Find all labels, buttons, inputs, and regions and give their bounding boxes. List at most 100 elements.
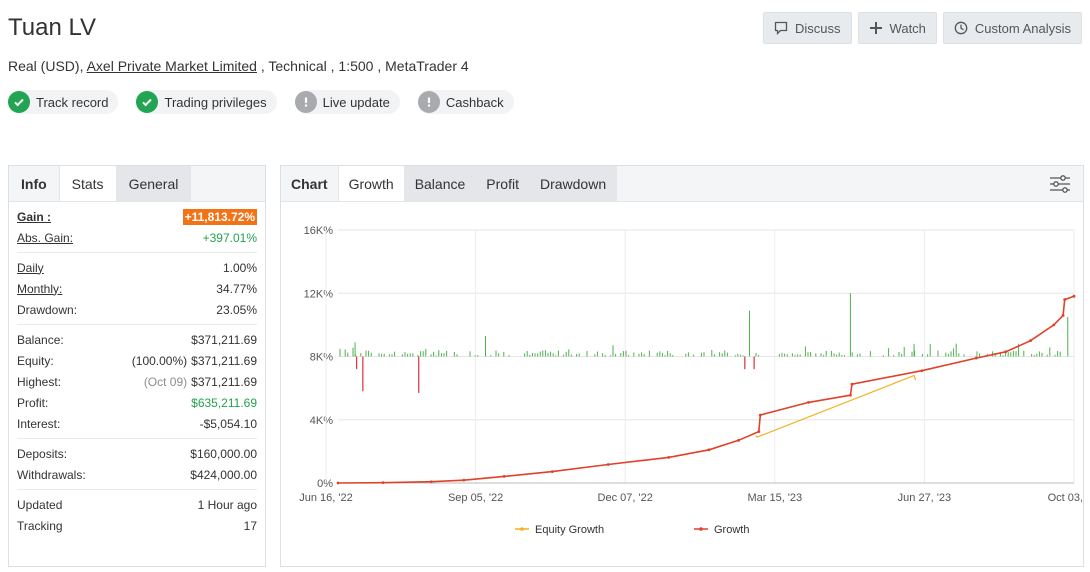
deposits-value: $160,000.00 xyxy=(190,446,257,461)
stats-flow-group: Deposits: $160,000.00 Withdrawals: $424,… xyxy=(17,439,257,490)
balance-value: $371,211.69 xyxy=(191,332,257,347)
legend-label: Equity Growth xyxy=(535,524,604,536)
sliders-icon[interactable] xyxy=(1049,175,1071,193)
growth-point xyxy=(849,393,852,397)
badge-trading-privileges[interactable]: Trading privileges xyxy=(136,90,277,114)
stat-balance: Balance: $371,211.69 xyxy=(17,329,257,350)
watch-label: Watch xyxy=(889,20,926,36)
stat-gain: Gain : +11,813.72% xyxy=(17,206,257,227)
profit-label: Profit: xyxy=(17,395,49,410)
tab-balance[interactable]: Balance xyxy=(404,166,477,201)
x-tick-label: Jun 16, '22 xyxy=(299,492,352,504)
highest-note: (Oct 09) xyxy=(143,374,188,389)
abs-gain-value: +397.01% xyxy=(202,230,257,245)
growth-point xyxy=(667,455,671,459)
badge-label: Live update xyxy=(322,94,390,110)
tab-info[interactable]: Info xyxy=(9,166,60,201)
growth-point xyxy=(1061,313,1065,317)
growth-point xyxy=(429,480,433,484)
stat-profit: Profit: $635,211.69 xyxy=(17,392,257,413)
daily-label[interactable]: Daily xyxy=(17,261,44,275)
highest-value: $371,211.69 xyxy=(191,374,257,389)
growth-chart[interactable]: 0% 4K% 8K% 12K% 16K% Jun 16, '22 Sep 05, '22 De… xyxy=(281,202,1083,566)
exclamation-icon xyxy=(417,91,440,113)
monthly-value: 34.77% xyxy=(216,281,257,296)
stat-drawdown: Drawdown: 23.05% xyxy=(17,299,257,320)
y-tick-label: 0% xyxy=(317,478,333,490)
tab-growth[interactable]: Growth xyxy=(338,166,405,201)
equity-label: Equity: xyxy=(17,353,54,368)
stats-meta-group: Updated 1 Hour ago Tracking 17 xyxy=(17,490,257,540)
x-tick-label: Mar 15, '23 xyxy=(747,492,802,504)
tab-stats[interactable]: Stats xyxy=(59,166,117,201)
growth-point xyxy=(707,448,711,452)
growth-point xyxy=(502,474,506,478)
page-title: Tuan LV xyxy=(8,14,97,41)
stat-daily: Daily 1.00% xyxy=(17,257,257,278)
tab-profit[interactable]: Profit xyxy=(476,166,530,201)
equity-value-wrap: (100.00%) $371,211.69 xyxy=(132,354,257,368)
stat-equity: Equity: (100.00%) $371,211.69 xyxy=(17,350,257,371)
y-tick-label: 4K% xyxy=(310,415,333,427)
updated-label: Updated xyxy=(17,497,63,512)
equity-value: $371,211.69 xyxy=(191,353,257,368)
stat-tracking: Tracking 17 xyxy=(17,515,257,536)
comment-icon xyxy=(774,21,788,35)
profit-value: $635,211.69 xyxy=(191,395,257,410)
monthly-label[interactable]: Monthly: xyxy=(17,282,62,296)
growth-point xyxy=(1052,323,1056,327)
interest-value: -$5,054.10 xyxy=(199,416,257,431)
y-tick-label: 12K% xyxy=(304,288,334,300)
updated-value: 1 Hour ago xyxy=(197,497,257,512)
growth-point xyxy=(920,369,924,373)
account-details: , Technical , 1:500 , MetaTrader 4 xyxy=(256,58,469,74)
balance-label: Balance: xyxy=(17,332,64,347)
stat-monthly: Monthly: 34.77% xyxy=(17,278,257,299)
x-tick-label: Jun 27, '23 xyxy=(898,492,951,504)
stats-panel: Info Stats General Gain : +11,813.72% Ab… xyxy=(8,165,266,567)
check-icon xyxy=(136,91,159,113)
growth-point xyxy=(1063,298,1067,301)
growth-point xyxy=(850,382,854,386)
legend-marker xyxy=(520,527,524,531)
growth-point xyxy=(381,481,385,485)
broker-link[interactable]: Axel Private Market Limited xyxy=(87,58,257,74)
tab-general[interactable]: General xyxy=(116,166,192,201)
growth-point xyxy=(974,356,978,360)
tab-chart[interactable]: Chart xyxy=(281,166,339,201)
discuss-button[interactable]: Discuss xyxy=(763,12,852,44)
withdrawals-label: Withdrawals: xyxy=(17,467,86,482)
stat-highest: Highest: (Oct 09) $371,211.69 xyxy=(17,371,257,392)
stat-withdrawals: Withdrawals: $424,000.00 xyxy=(17,464,257,485)
growth-point xyxy=(757,430,761,434)
series-line-growth xyxy=(337,295,1075,484)
series-line-equity-growth xyxy=(755,374,917,438)
growth-point xyxy=(1029,339,1032,343)
status-badges: Track record Trading privileges Live upd… xyxy=(8,90,514,114)
badge-track-record[interactable]: Track record xyxy=(8,90,119,114)
x-tick-label: Sep 05, '22 xyxy=(448,492,503,504)
growth-point xyxy=(606,463,610,466)
growth-point xyxy=(1004,350,1008,354)
custom-analysis-button[interactable]: Custom Analysis xyxy=(942,12,1082,44)
stat-abs-gain: Abs. Gain: +397.01% xyxy=(17,227,257,248)
drawdown-label: Drawdown: xyxy=(17,302,78,317)
account-type: Real (USD), xyxy=(8,58,87,74)
abs-gain-label[interactable]: Abs. Gain: xyxy=(17,231,73,245)
stats-gain-group: Gain : +11,813.72% Abs. Gain: +397.01% xyxy=(17,202,257,253)
badge-cashback[interactable]: Cashback xyxy=(417,90,514,114)
badge-live-update[interactable]: Live update xyxy=(294,90,400,114)
equity-note: (100.00%) xyxy=(131,353,188,368)
watch-button[interactable]: Watch xyxy=(857,12,937,44)
growth-point xyxy=(758,413,762,417)
tab-drawdown[interactable]: Drawdown xyxy=(529,166,618,201)
legend-marker xyxy=(699,527,703,531)
custom-analysis-label: Custom Analysis xyxy=(974,20,1071,36)
stat-updated: Updated 1 Hour ago xyxy=(17,494,257,515)
chart-panel: Chart Growth Balance Profit Drawdown 0% 4… xyxy=(280,165,1084,567)
y-tick-label: 16K% xyxy=(304,225,334,237)
gain-label[interactable]: Gain : xyxy=(17,210,51,224)
check-icon xyxy=(8,91,30,113)
withdrawals-value: $424,000.00 xyxy=(190,467,257,482)
growth-point xyxy=(462,478,466,482)
